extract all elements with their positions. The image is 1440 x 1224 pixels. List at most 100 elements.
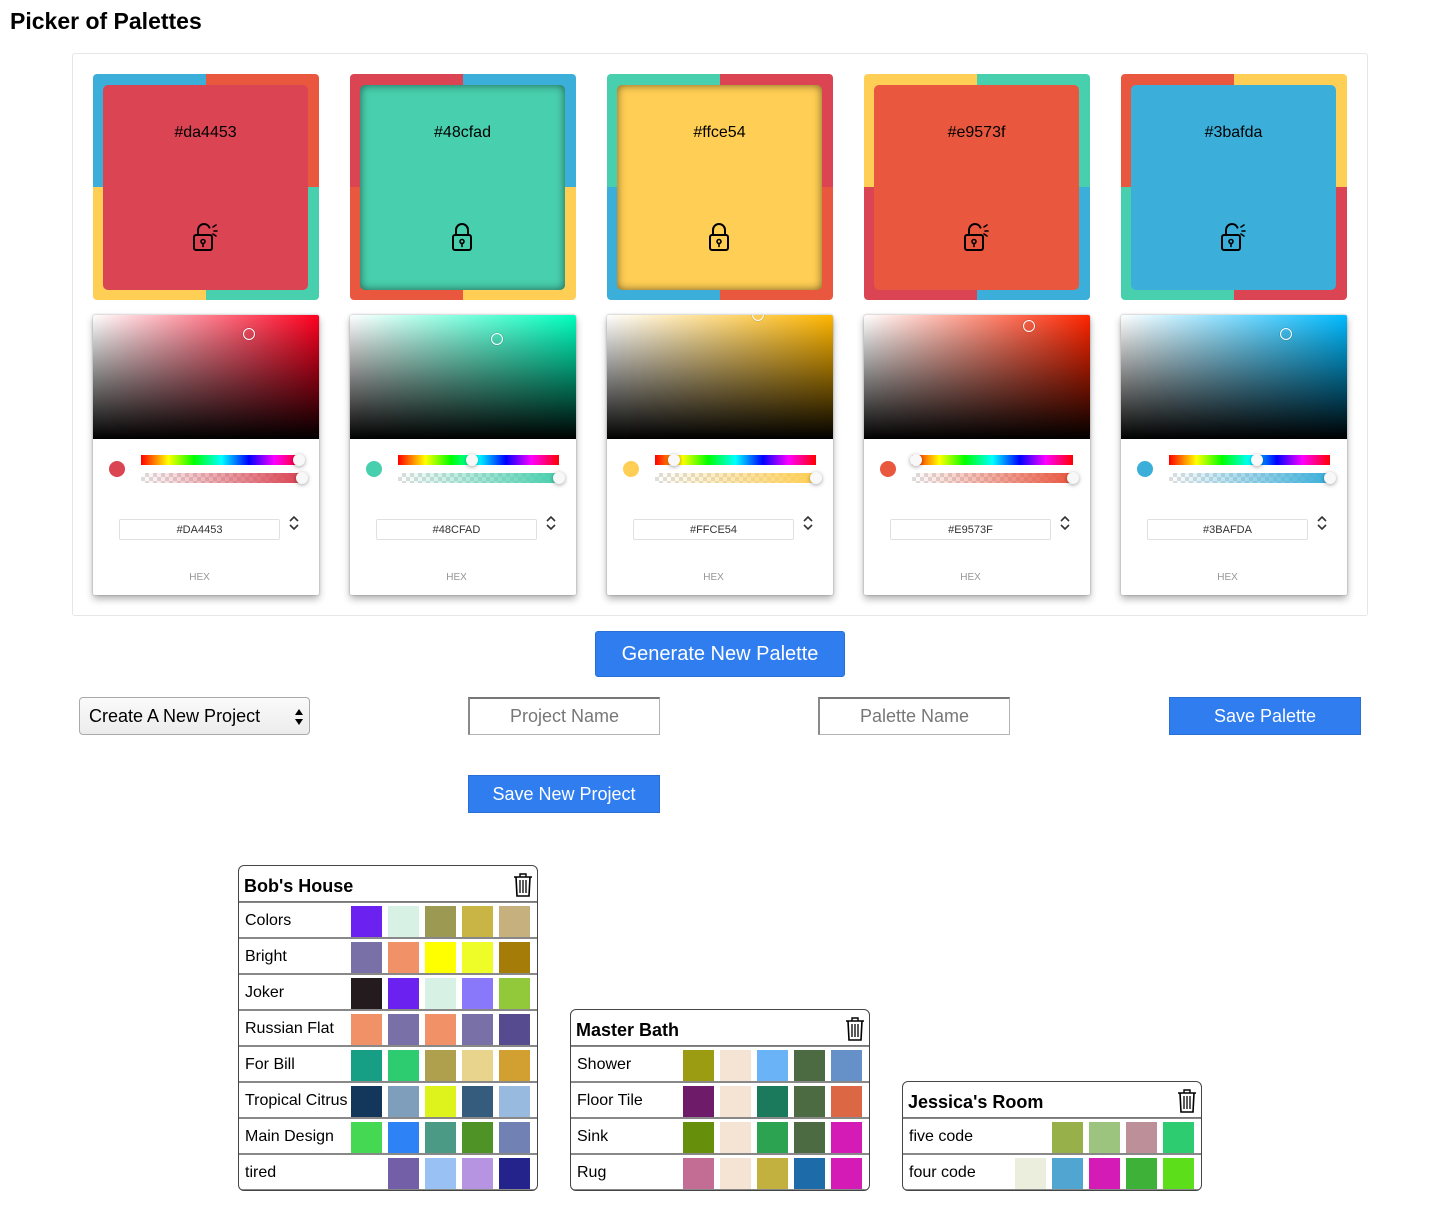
color-swatch[interactable]: #3bafda — [1131, 85, 1336, 290]
saved-palette-row[interactable]: Main Design — [239, 1118, 537, 1154]
saturation-area[interactable] — [1121, 315, 1347, 439]
hue-slider-thumb[interactable] — [909, 454, 922, 466]
saved-palette-swatches — [351, 1122, 530, 1153]
hue-slider[interactable] — [398, 454, 559, 466]
project-header: Master Bath — [571, 1010, 869, 1046]
saturation-handle[interactable] — [490, 332, 503, 345]
swatch-hex-label: #3bafda — [1204, 124, 1263, 141]
saved-palette-name: For Bill — [245, 1056, 295, 1073]
trash-icon[interactable] — [844, 1016, 866, 1042]
project-name: Master Bath — [576, 1020, 680, 1040]
project-name-input[interactable] — [468, 697, 660, 735]
saved-palette-row[interactable]: tired — [239, 1154, 537, 1190]
saved-color-swatch — [425, 942, 456, 973]
saved-palette-name: four code — [909, 1164, 976, 1181]
format-toggle-icon[interactable] — [543, 513, 559, 533]
color-swatch[interactable]: #48cfad — [360, 85, 565, 290]
lock-open-icon[interactable] — [962, 221, 990, 253]
saved-palette-name: Colors — [245, 912, 292, 929]
saturation-area[interactable] — [93, 315, 319, 439]
hex-input[interactable] — [119, 519, 280, 540]
hue-slider-thumb[interactable] — [1250, 454, 1263, 466]
alpha-slider-thumb[interactable] — [1324, 472, 1336, 484]
color-swatch[interactable]: #e9573f — [874, 85, 1079, 290]
saved-color-swatch — [720, 1050, 751, 1081]
saved-color-swatch — [757, 1158, 788, 1189]
lock-open-icon[interactable] — [191, 221, 219, 253]
hex-input[interactable] — [633, 519, 794, 540]
saved-palette-row[interactable]: Colors — [239, 902, 537, 938]
saved-color-swatch — [462, 978, 493, 1009]
saved-color-swatch — [388, 1014, 419, 1045]
format-toggle-icon[interactable] — [1314, 513, 1330, 533]
saturation-area[interactable] — [607, 315, 833, 439]
format-toggle-icon[interactable] — [286, 513, 302, 533]
saved-palette-row[interactable]: four code — [903, 1154, 1201, 1190]
saved-color-swatch — [720, 1158, 751, 1189]
saturation-handle[interactable] — [242, 327, 255, 340]
alpha-slider[interactable] — [655, 472, 822, 484]
alpha-slider-thumb[interactable] — [1067, 472, 1079, 484]
saved-palette-name: five code — [909, 1128, 974, 1145]
saturation-area[interactable] — [350, 315, 576, 439]
saved-color-swatch — [388, 1050, 419, 1081]
hue-slider[interactable] — [909, 454, 1073, 466]
hue-slider[interactable] — [1169, 454, 1330, 466]
project-select-value: Create A New Project — [89, 706, 261, 726]
color-swatch-card: #ffce54 — [607, 74, 833, 300]
saturation-area[interactable] — [864, 315, 1090, 439]
lock-closed-icon[interactable] — [705, 221, 733, 253]
saved-palette-row[interactable]: five code — [903, 1118, 1201, 1154]
trash-icon[interactable] — [1176, 1088, 1198, 1114]
saved-palette-swatches — [683, 1050, 862, 1081]
hue-slider[interactable] — [141, 454, 305, 466]
hue-slider-thumb[interactable] — [292, 454, 305, 466]
hex-input[interactable] — [376, 519, 537, 540]
lock-closed-icon[interactable] — [448, 221, 476, 253]
saved-palette-row[interactable]: Russian Flat — [239, 1010, 537, 1046]
saved-palette-row[interactable]: Sink — [571, 1118, 869, 1154]
alpha-slider-thumb[interactable] — [296, 472, 308, 484]
alpha-slider[interactable] — [398, 472, 565, 484]
hue-slider[interactable] — [655, 454, 816, 466]
saved-color-swatch — [831, 1122, 862, 1153]
format-toggle-icon[interactable] — [800, 513, 816, 533]
alpha-slider-thumb[interactable] — [553, 472, 565, 484]
saved-palette-row[interactable]: Shower — [571, 1046, 869, 1082]
saved-color-swatch — [388, 1086, 419, 1117]
saved-palette-row[interactable]: Joker — [239, 974, 537, 1010]
hue-slider-thumb[interactable] — [465, 454, 478, 466]
lock-open-icon[interactable] — [1219, 221, 1247, 253]
saved-color-swatch — [1089, 1122, 1120, 1153]
hue-slider-thumb[interactable] — [668, 454, 681, 466]
palette-name-input[interactable] — [818, 697, 1010, 735]
saved-color-swatch — [388, 1158, 419, 1189]
saved-palette-row[interactable]: For Bill — [239, 1046, 537, 1082]
project-select[interactable]: Create A New Project — [79, 697, 310, 735]
saved-color-swatch — [757, 1086, 788, 1117]
save-palette-button[interactable]: Save Palette — [1169, 697, 1361, 735]
saved-color-swatch — [794, 1050, 825, 1081]
saved-palette-row[interactable]: Floor Tile — [571, 1082, 869, 1118]
alpha-slider[interactable] — [141, 472, 308, 484]
format-toggle-icon[interactable] — [1057, 513, 1073, 533]
generate-palette-button[interactable]: Generate New Palette — [595, 631, 845, 677]
alpha-slider[interactable] — [1169, 472, 1336, 484]
saved-palette-row[interactable]: Tropical Citrus — [239, 1082, 537, 1118]
hex-input[interactable] — [890, 519, 1051, 540]
saved-palette-swatches — [1015, 1158, 1194, 1189]
saved-palette-row[interactable]: Bright — [239, 938, 537, 974]
color-picker: HEX — [1121, 315, 1347, 595]
hex-input[interactable] — [1147, 519, 1308, 540]
color-swatch[interactable]: #da4453 — [103, 85, 308, 290]
trash-icon[interactable] — [512, 872, 534, 898]
alpha-slider-thumb[interactable] — [810, 472, 822, 484]
saved-color-swatch — [499, 1158, 530, 1189]
saved-palette-row[interactable]: Rug — [571, 1154, 869, 1190]
saturation-handle[interactable] — [1279, 327, 1292, 340]
save-new-project-button[interactable]: Save New Project — [468, 775, 660, 813]
color-swatch[interactable]: #ffce54 — [617, 85, 822, 290]
saved-palette-swatches — [351, 1050, 530, 1081]
alpha-slider[interactable] — [912, 472, 1079, 484]
saved-color-swatch — [499, 1050, 530, 1081]
